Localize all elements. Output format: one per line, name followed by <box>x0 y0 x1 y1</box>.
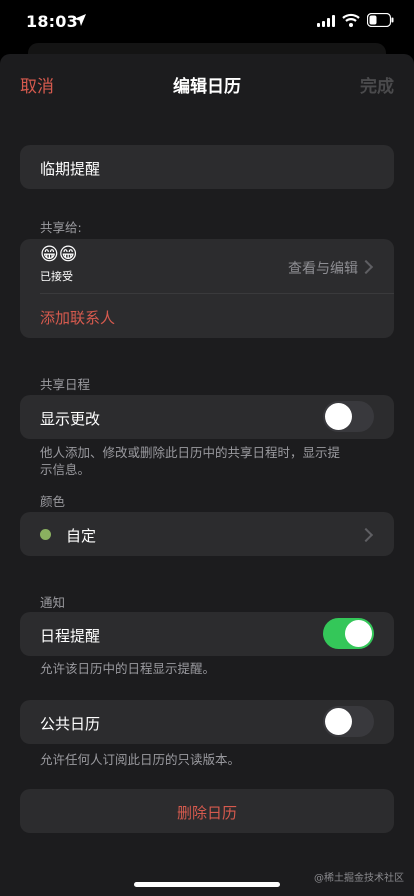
page-title: 编辑日历 <box>173 77 241 97</box>
cellular-signal-icon <box>317 15 335 27</box>
delete-calendar-label: 删除日历 <box>176 804 237 822</box>
event-alerts-row: 日程提醒 <box>20 612 394 656</box>
color-value: 自定 <box>66 527 97 545</box>
wifi-icon <box>342 13 360 27</box>
notifications-footnote: 允许该日历中的日程显示提醒。 <box>40 661 216 676</box>
status-bar: 18:03 <box>0 0 414 44</box>
add-contact-button[interactable]: 添加联系人 <box>40 307 115 328</box>
shared-events-label: 共享日程 <box>40 377 91 392</box>
color-label: 颜色 <box>40 494 66 509</box>
color-swatch <box>40 529 51 540</box>
member-permission: 查看与编辑 <box>288 261 358 277</box>
public-calendar-row: 公共日历 <box>20 700 394 744</box>
member-status: 已接受 <box>40 270 73 283</box>
chevron-right-icon <box>358 527 374 543</box>
notifications-label: 通知 <box>40 595 66 610</box>
show-changes-label: 显示更改 <box>40 410 101 428</box>
nav-bar: 取消 编辑日历 完成 <box>0 54 414 110</box>
location-arrow-icon <box>74 14 86 26</box>
event-alerts-toggle[interactable] <box>323 618 374 649</box>
chevron-right-icon <box>358 259 374 275</box>
divider <box>40 293 394 294</box>
done-button[interactable]: 完成 <box>360 72 394 97</box>
calendar-name-field[interactable]: 临期提醒 <box>20 145 394 189</box>
shared-with-label: 共享给: <box>40 220 82 235</box>
battery-icon <box>367 13 394 27</box>
watermark: @稀土掘金技术社区 <box>314 873 404 884</box>
shared-with-card: 😁😁 已接受 查看与编辑 添加联系人 <box>20 239 394 338</box>
color-row[interactable]: 自定 <box>20 512 394 556</box>
shared-member-row[interactable]: 😁😁 已接受 查看与编辑 <box>20 239 394 293</box>
delete-calendar-button[interactable]: 删除日历 <box>20 789 394 833</box>
show-changes-toggle[interactable] <box>323 401 374 432</box>
shared-events-footnote: 他人添加、修改或删除此日历中的共享日程时，显示提示信息。 <box>40 445 341 477</box>
calendar-name-value: 临期提醒 <box>40 160 101 178</box>
home-indicator <box>134 882 280 887</box>
public-calendar-toggle[interactable] <box>323 706 374 737</box>
member-avatar: 😁😁 <box>40 244 78 265</box>
public-calendar-label: 公共日历 <box>40 715 101 733</box>
event-alerts-label: 日程提醒 <box>40 627 101 645</box>
show-changes-row: 显示更改 <box>20 395 394 439</box>
status-time: 18:03 <box>26 12 78 31</box>
public-calendar-footnote: 允许任何人订阅此日历的只读版本。 <box>40 752 241 767</box>
